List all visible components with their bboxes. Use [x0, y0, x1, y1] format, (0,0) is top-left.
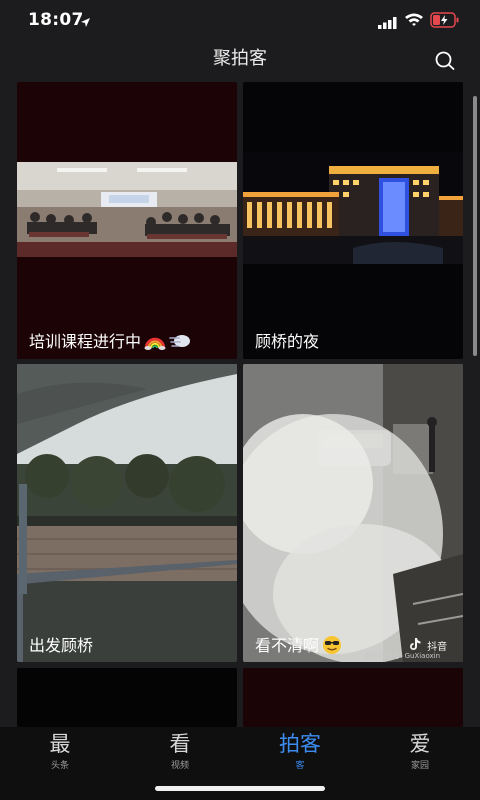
douyin-account-text: 我的抖音号: GuXiaoxin	[365, 652, 441, 660]
video-thumbnail	[17, 364, 237, 662]
video-card[interactable]: 出发顾桥	[17, 364, 237, 662]
video-card[interactable]: 看不清啊 抖音 我的抖音号: GuXiaoxin	[243, 364, 463, 662]
status-time: 18:07	[28, 10, 84, 30]
tab-glyph: 拍客	[279, 732, 321, 756]
home-indicator[interactable]	[155, 786, 325, 791]
video-title: 看不清啊	[255, 636, 320, 655]
tab-glyph: 看	[169, 732, 191, 756]
page-title: 聚拍客	[213, 48, 267, 69]
tab-label: 客	[295, 761, 305, 771]
video-thumbnail	[243, 364, 463, 662]
scrollbar[interactable]	[473, 96, 477, 356]
sunglasses-face-emoji	[322, 635, 342, 659]
wind-cloud-emoji	[169, 332, 191, 354]
video-title: 培训课程进行中	[29, 332, 142, 351]
battery-charging-icon	[430, 12, 460, 32]
tab-glyph: 爱	[409, 732, 431, 756]
tab-label: 家园	[410, 761, 429, 771]
video-thumbnail	[243, 152, 463, 264]
status-bar: 18:07	[0, 0, 480, 40]
video-card[interactable]: 顾桥的夜	[243, 82, 463, 359]
video-title: 出发顾桥	[29, 636, 94, 655]
tab-video[interactable]: 看 视频	[140, 731, 220, 771]
video-card[interactable]	[17, 668, 237, 727]
tab-paike[interactable]: 拍客 客	[260, 731, 340, 771]
tab-headlines[interactable]: 最 头条	[20, 731, 100, 771]
video-title: 顾桥的夜	[255, 332, 320, 351]
tab-home[interactable]: 爱 家园	[380, 731, 460, 771]
tab-label: 视频	[170, 761, 189, 771]
search-icon[interactable]	[434, 50, 456, 76]
video-thumbnail	[17, 162, 237, 257]
rainbow-emoji	[144, 332, 166, 354]
tab-glyph: 最	[49, 732, 71, 756]
wifi-icon	[404, 12, 424, 31]
video-card[interactable]	[243, 668, 463, 727]
video-card[interactable]: 培训课程进行中	[17, 82, 237, 359]
cellular-signal-icon	[378, 14, 398, 33]
location-arrow-icon	[80, 13, 91, 32]
tab-label: 头条	[50, 761, 69, 771]
